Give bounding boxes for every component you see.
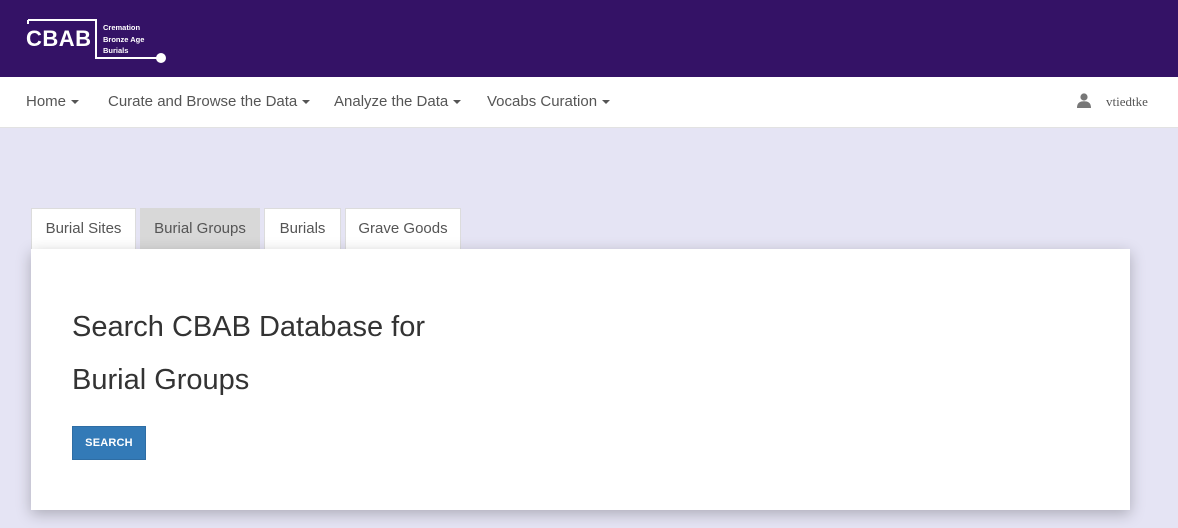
nav-home[interactable]: Home [26, 77, 80, 127]
caret-down-icon [71, 100, 80, 105]
search-button[interactable]: SEARCH [72, 426, 146, 460]
caret-down-icon [453, 100, 462, 105]
nav-analyze-label: Analyze the Data [334, 93, 449, 110]
main-navbar: Home Curate and Browse the Data Analyze … [0, 77, 1178, 128]
nav-vocabs-curation-label: Vocabs Curation [487, 93, 598, 110]
user-icon [1077, 93, 1091, 108]
logo-subtitle-line: Cremation [103, 23, 141, 32]
tab-grave-goods[interactable]: Grave Goods [345, 208, 461, 249]
page-title: Search CBAB Database for Burial Groups [72, 301, 492, 407]
search-panel: Search CBAB Database for Burial Groups S… [31, 249, 1130, 510]
nav-curate-browse[interactable]: Curate and Browse the Data [108, 77, 311, 127]
logo-subtitle-line: Burials [103, 46, 129, 55]
logo-subtitle: Cremation Bronze Age Burials [103, 22, 144, 57]
nav-vocabs-curation[interactable]: Vocabs Curation [487, 77, 611, 127]
top-header: CBAB Cremation Bronze Age Burials [0, 0, 1178, 77]
page-title-line: Search CBAB Database for [72, 311, 426, 343]
caret-down-icon [602, 100, 611, 105]
caret-down-icon [302, 100, 311, 105]
nav-curate-browse-label: Curate and Browse the Data [108, 93, 298, 110]
logo-subtitle-line: Bronze Age [103, 34, 145, 44]
tab-burials[interactable]: Burials [264, 208, 341, 249]
user-name: vtiedtke [1106, 94, 1148, 109]
tab-burial-groups[interactable]: Burial Groups [140, 208, 260, 249]
nav-analyze[interactable]: Analyze the Data [334, 77, 462, 127]
tab-burial-sites[interactable]: Burial Sites [31, 208, 136, 249]
nav-home-label: Home [26, 93, 67, 110]
cbab-logo[interactable]: CBAB Cremation Bronze Age Burials [26, 18, 176, 64]
logo-abbreviation: CBAB [26, 26, 92, 51]
page-title-line: Burial Groups [72, 364, 250, 396]
